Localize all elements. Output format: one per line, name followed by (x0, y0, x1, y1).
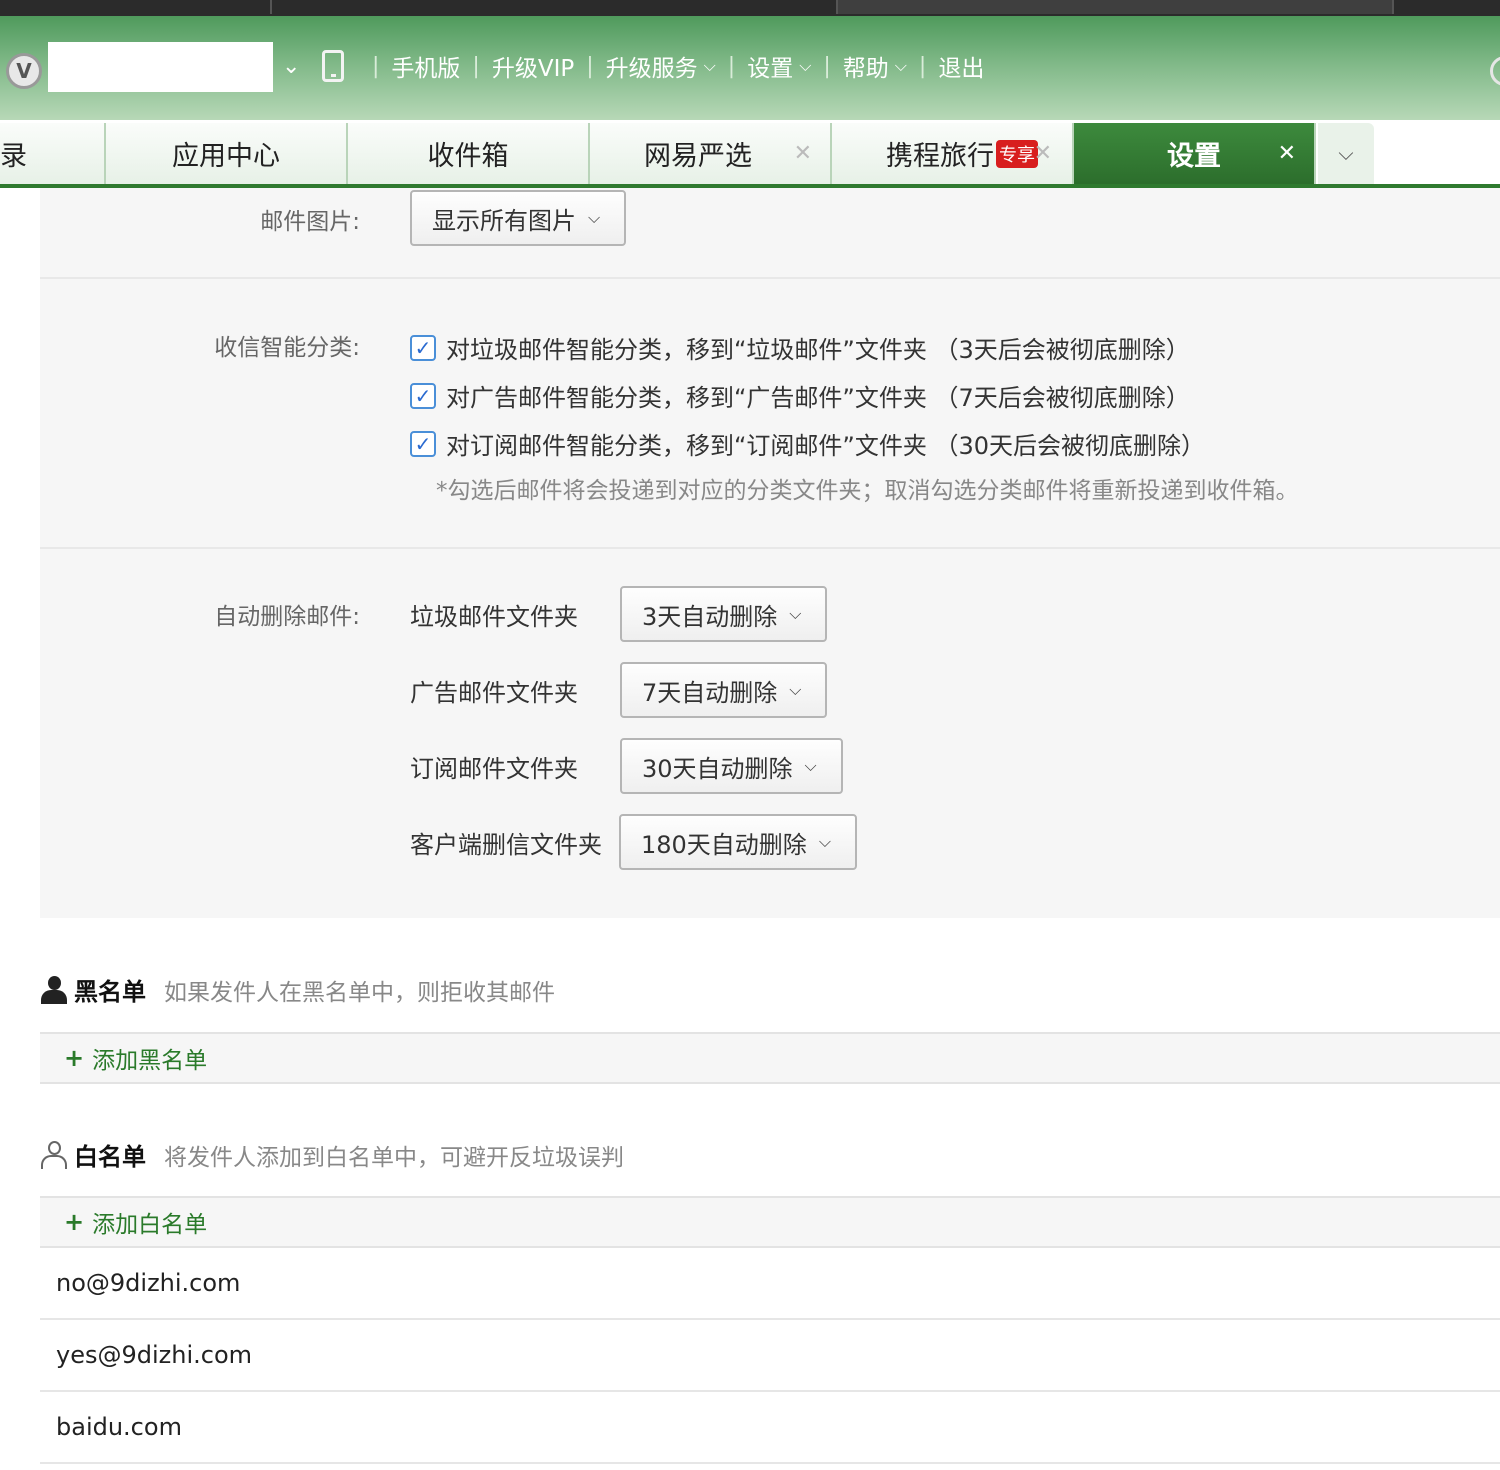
auto-delete-subscription-select[interactable]: 30天自动删除 ⌵ (620, 738, 843, 794)
select-value: 30天自动删除 (642, 754, 793, 783)
person-outline-icon (40, 1140, 68, 1169)
auto-delete-ads-select[interactable]: 7天自动删除 ⌵ (620, 662, 827, 718)
tab-label: 设置 (1167, 141, 1221, 172)
folder-label-ads: 广告邮件文件夹 (410, 679, 578, 707)
vip-logo-icon[interactable]: V (6, 53, 42, 89)
browser-strip (0, 0, 1500, 16)
folder-label-client-deleted: 客户端删信文件夹 (410, 831, 602, 859)
divider (40, 277, 1500, 279)
add-whitelist-bar: + 添加白名单 (40, 1196, 1500, 1248)
blacklist-title: 黑名单 (74, 978, 146, 1006)
close-icon[interactable]: ✕ (1034, 141, 1052, 166)
nav-separator: | (372, 53, 380, 79)
close-icon[interactable]: ✕ (1278, 141, 1296, 166)
nav-separator: | (823, 53, 831, 79)
add-blacklist-link[interactable]: 添加黑名单 (92, 1041, 207, 1075)
chevron-down-icon[interactable]: ⌵ (895, 56, 907, 76)
mobile-phone-icon[interactable] (322, 50, 344, 82)
tab-bar: 录 应用中心 收件箱 网易严选 ✕ 携程旅行 专享 ✕ 设置 ✕ ⌵ (0, 120, 1500, 188)
chevron-down-icon: ⌵ (789, 604, 802, 623)
nav-settings[interactable]: 设置 (747, 49, 793, 83)
select-value: 3天自动删除 (642, 602, 778, 631)
entry-address: baidu.com (56, 1413, 182, 1441)
nav-separator: | (472, 53, 480, 79)
blacklist-desc: 如果发件人在黑名单中，则拒收其邮件 (164, 979, 555, 1006)
add-blacklist-bar: + 添加黑名单 (40, 1032, 1500, 1084)
tab-label: 应用中心 (172, 141, 280, 172)
chevron-down-icon: ⌵ (789, 680, 802, 699)
circle-icon[interactable] (1490, 56, 1500, 86)
classify-hint: *勾选后邮件将会投递到对应的分类文件夹；取消勾选分类邮件将重新投递到收件箱。 (436, 478, 1299, 504)
plus-icon[interactable]: + (64, 1044, 84, 1072)
smart-classify-label: 收信智能分类: (214, 335, 360, 361)
folder-label-subscription: 订阅邮件文件夹 (410, 755, 578, 783)
classify-ads-option[interactable]: ✓ 对广告邮件智能分类，移到“广告邮件”文件夹 （7天后会被彻底删除） (410, 378, 1190, 413)
nav-separator: | (727, 53, 736, 79)
mail-images-label: 邮件图片: (260, 209, 360, 235)
nav-separator: | (918, 53, 927, 79)
whitelist-title: 白名单 (74, 1143, 146, 1171)
strip-segment (838, 0, 1394, 14)
tab-partial[interactable]: 录 (0, 123, 106, 184)
checkbox-checked[interactable]: ✓ (410, 382, 436, 409)
checkbox-checked[interactable]: ✓ (410, 430, 436, 457)
tab-label: 携程旅行 (886, 141, 994, 172)
chevron-down-icon: ⌵ (818, 832, 831, 851)
select-value: 显示所有图片 (432, 206, 576, 235)
chevron-down-icon[interactable]: ⌄ (282, 54, 300, 79)
entry-address: no@9dizhi.com (56, 1269, 241, 1297)
tab-ctrip[interactable]: 携程旅行 专享 ✕ (832, 123, 1074, 184)
nav-upgrade-vip[interactable]: 升级VIP (492, 49, 574, 83)
top-header: V ⌄ | 手机版 | 升级VIP | 升级服务 ⌵ | 设置 ⌵ | 帮助 ⌵… (0, 16, 1500, 120)
add-whitelist-link[interactable]: 添加白名单 (92, 1205, 207, 1239)
classify-subscription-option[interactable]: ✓ 对订阅邮件智能分类，移到“订阅邮件”文件夹 （30天后会被彻底删除） (410, 426, 1205, 461)
whitelist-entry[interactable]: yes@9dizhi.com (40, 1320, 1500, 1392)
strip-segment (272, 0, 838, 14)
folder-label-spam: 垃圾邮件文件夹 (410, 603, 578, 631)
select-value: 7天自动删除 (642, 678, 778, 707)
nav-help[interactable]: 帮助 (843, 49, 889, 83)
entry-address: yes@9dizhi.com (56, 1341, 253, 1369)
whitelist-entry[interactable]: baidu.com (40, 1392, 1500, 1464)
person-filled-icon (40, 975, 68, 1004)
nav-logout[interactable]: 退出 (938, 49, 984, 83)
option-text: 对广告邮件智能分类，移到“广告邮件”文件夹 （7天后会被彻底删除） (446, 384, 1190, 412)
nav-separator: | (586, 53, 594, 79)
chevron-down-icon[interactable]: ⌵ (704, 56, 716, 76)
close-icon[interactable]: ✕ (794, 141, 812, 166)
nav-mobile-version[interactable]: 手机版 (391, 49, 460, 83)
exclusive-badge: 专享 (996, 139, 1038, 168)
account-name-box[interactable] (48, 42, 273, 92)
whitelist-entry[interactable]: no@9dizhi.com (40, 1248, 1500, 1320)
tab-app-center[interactable]: 应用中心 (106, 123, 348, 184)
mail-images-select[interactable]: 显示所有图片 ⌵ (410, 190, 626, 246)
classify-spam-option[interactable]: ✓ 对垃圾邮件智能分类，移到“垃圾邮件”文件夹 （3天后会被彻底删除） (410, 330, 1190, 365)
nav-upgrade-service[interactable]: 升级服务 (606, 49, 698, 83)
tab-settings[interactable]: 设置 ✕ (1074, 123, 1316, 184)
chevron-down-icon: ⌵ (804, 756, 817, 775)
chevron-down-icon[interactable]: ⌵ (1318, 123, 1374, 184)
select-value: 180天自动删除 (641, 830, 807, 859)
strip-segment (0, 0, 272, 14)
divider (40, 547, 1500, 549)
option-text: 对垃圾邮件智能分类，移到“垃圾邮件”文件夹 （3天后会被彻底删除） (446, 336, 1190, 364)
auto-delete-spam-select[interactable]: 3天自动删除 ⌵ (620, 586, 827, 642)
tab-label: 收件箱 (427, 141, 509, 172)
tab-yanxuan[interactable]: 网易严选 ✕ (590, 123, 832, 184)
tab-inbox[interactable]: 收件箱 (348, 123, 590, 184)
checkbox-checked[interactable]: ✓ (410, 334, 436, 361)
whitelist-desc: 将发件人添加到白名单中，可避开反垃圾误判 (164, 1144, 624, 1171)
option-text: 对订阅邮件智能分类，移到“订阅邮件”文件夹 （30天后会被彻底删除） (446, 432, 1206, 460)
auto-delete-label: 自动删除邮件: (214, 604, 360, 630)
tab-label: 录 (0, 141, 27, 172)
chevron-down-icon: ⌵ (588, 208, 601, 227)
chevron-down-icon[interactable]: ⌵ (799, 56, 811, 76)
blacklist-header: 黑名单 如果发件人在黑名单中，则拒收其邮件 (40, 972, 555, 1007)
plus-icon[interactable]: + (64, 1208, 84, 1236)
top-nav: | 手机版 | 升级VIP | 升级服务 ⌵ | 设置 ⌵ | 帮助 ⌵ | 退… (360, 48, 984, 84)
tab-label: 网易严选 (644, 141, 752, 172)
whitelist-header: 白名单 将发件人添加到白名单中，可避开反垃圾误判 (40, 1137, 624, 1172)
auto-delete-client-select[interactable]: 180天自动删除 ⌵ (619, 814, 857, 870)
settings-panel: 邮件图片: 显示所有图片 ⌵ 收信智能分类: ✓ 对垃圾邮件智能分类，移到“垃圾… (40, 188, 1500, 918)
